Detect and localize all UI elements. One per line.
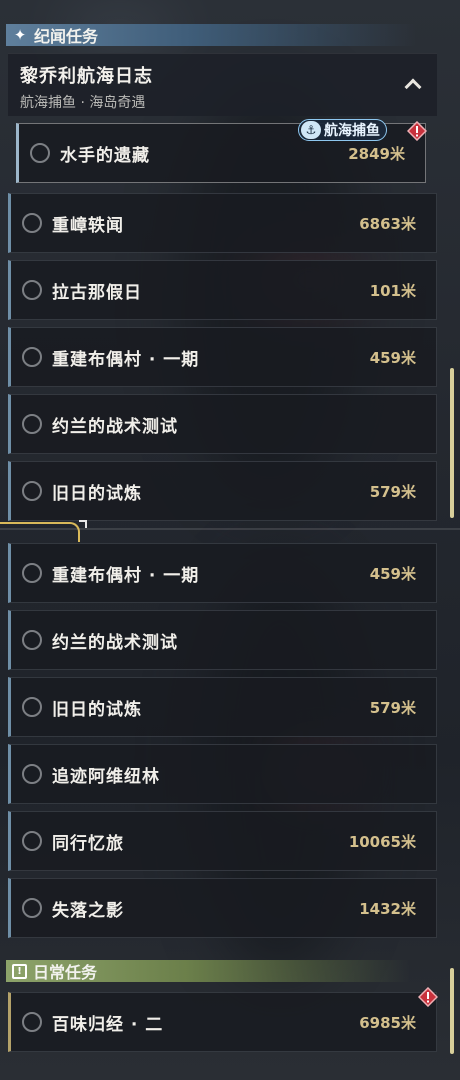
quest-row[interactable]: 旧日的试炼 579米 <box>8 461 437 521</box>
quest-row[interactable]: 失落之影 1432米 <box>8 878 437 938</box>
daily-quest-row[interactable]: 百味归经 · 二 6985米 <box>8 992 437 1052</box>
group-title: 黎乔利航海日志 <box>20 66 153 87</box>
radio-circle-icon[interactable] <box>22 831 42 851</box>
radio-circle-icon[interactable] <box>22 563 42 583</box>
radio-circle-icon[interactable] <box>22 213 42 233</box>
section-header-daily: ! 日常任务 <box>6 960 410 982</box>
scrollbar-thumb[interactable] <box>450 368 454 518</box>
anchor-icon: ⚓ <box>301 121 321 139</box>
quest-distance: 6985米 <box>359 1013 416 1032</box>
alert-icon <box>407 121 427 141</box>
quest-name: 重建布偶村 · 一期 <box>52 349 200 370</box>
alert-icon <box>418 987 438 1007</box>
sparkle-icon: ✦ <box>13 26 27 44</box>
radio-circle-icon[interactable] <box>30 143 50 163</box>
quest-distance: 459米 <box>369 564 416 583</box>
tag-label: 航海捕鱼 <box>324 123 380 139</box>
radio-circle-icon[interactable] <box>22 414 42 434</box>
quest-distance: 2849米 <box>348 144 405 163</box>
quest-name: 追迹阿维纽林 <box>52 766 160 787</box>
radio-circle-icon[interactable] <box>22 280 42 300</box>
quest-distance: 579米 <box>369 482 416 501</box>
corner-bracket-icon <box>79 520 87 528</box>
quest-row[interactable]: 约兰的战术测试 <box>8 610 437 670</box>
section-title: 日常任务 <box>33 963 98 982</box>
quest-distance: 10065米 <box>348 832 416 851</box>
quest-distance: 1432米 <box>359 899 416 918</box>
quest-group-card[interactable]: 黎乔利航海日志 航海捕鱼 · 海岛奇遇 <box>8 53 437 116</box>
quest-name: 重建布偶村 · 一期 <box>52 565 200 586</box>
side-tab-edge[interactable] <box>0 522 80 542</box>
quest-name: 约兰的战术测试 <box>52 416 178 437</box>
quest-name: 水手的遗藏 <box>60 145 150 166</box>
tag-badge: ⚓ 航海捕鱼 <box>298 119 387 141</box>
quest-row[interactable]: 旧日的试炼 579米 <box>8 677 437 737</box>
exclamation-box-icon: ! <box>12 963 27 979</box>
quest-name: 百味归经 · 二 <box>52 1014 164 1035</box>
collapse-chevron-up-icon[interactable] <box>403 76 423 92</box>
quest-row[interactable]: 重嶂轶闻 6863米 <box>8 193 437 253</box>
radio-circle-icon[interactable] <box>22 764 42 784</box>
quest-row[interactable]: 约兰的战术测试 <box>8 394 437 454</box>
quest-distance: 579米 <box>369 698 416 717</box>
radio-circle-icon[interactable] <box>22 630 42 650</box>
quest-name: 重嶂轶闻 <box>52 215 124 236</box>
quest-name: 约兰的战术测试 <box>52 632 178 653</box>
radio-circle-icon[interactable] <box>22 481 42 501</box>
quest-row[interactable]: 同行忆旅 10065米 <box>8 811 437 871</box>
quest-name: 同行忆旅 <box>52 833 124 854</box>
quest-distance: 101米 <box>369 281 416 300</box>
group-subtitle: 航海捕鱼 · 海岛奇遇 <box>20 95 146 111</box>
radio-circle-icon[interactable] <box>22 1012 42 1032</box>
quest-distance: 459米 <box>369 348 416 367</box>
quest-name: 失落之影 <box>52 900 124 921</box>
radio-circle-icon[interactable] <box>22 347 42 367</box>
quest-name: 旧日的试炼 <box>52 699 142 720</box>
section-title: 纪闻任务 <box>34 27 99 46</box>
quest-row[interactable]: 重建布偶村 · 一期 459米 <box>8 543 437 603</box>
quest-distance: 6863米 <box>359 214 416 233</box>
quest-row[interactable]: 重建布偶村 · 一期 459米 <box>8 327 437 387</box>
radio-circle-icon[interactable] <box>22 898 42 918</box>
quest-name: 旧日的试炼 <box>52 483 142 504</box>
quest-row[interactable]: 追迹阿维纽林 <box>8 744 437 804</box>
radio-circle-icon[interactable] <box>22 697 42 717</box>
quest-row[interactable]: 拉古那假日 101米 <box>8 260 437 320</box>
scrollbar-thumb[interactable] <box>450 968 454 1054</box>
section-header-quests: ✦ 纪闻任务 <box>6 24 416 46</box>
quest-name: 拉古那假日 <box>52 282 142 303</box>
